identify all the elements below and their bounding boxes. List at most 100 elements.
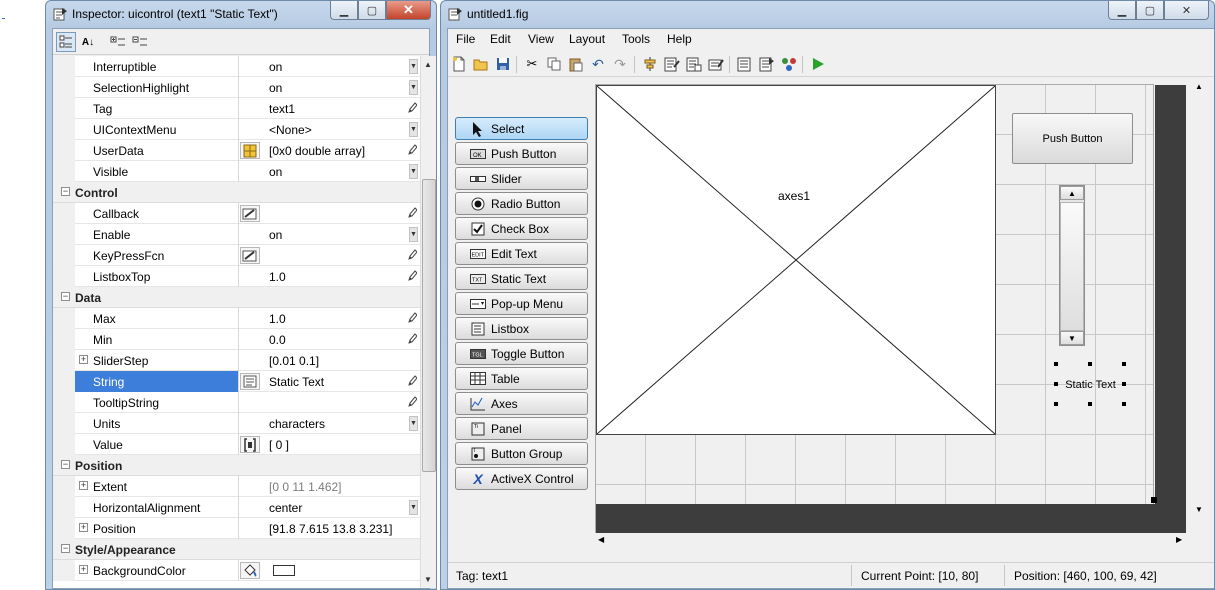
palette-static-text-button[interactable]: TXT Static Text xyxy=(455,267,588,290)
collapse-icon[interactable]: − xyxy=(61,187,70,196)
property-value[interactable]: text1 xyxy=(269,102,295,116)
maximize-button[interactable]: ▢ xyxy=(1136,1,1164,20)
object-browser-icon[interactable] xyxy=(780,55,798,73)
property-value[interactable]: [0 0 11 1.462] xyxy=(269,480,342,494)
property-row[interactable]: ListboxTop 1.0 xyxy=(53,266,420,287)
dropdown-arrow-icon[interactable]: ▼ xyxy=(409,164,418,179)
pencil-icon[interactable] xyxy=(407,144,418,156)
static-text-component[interactable]: Static Text xyxy=(1056,364,1125,406)
menu-edit[interactable]: Edit xyxy=(490,32,511,46)
open-icon[interactable] xyxy=(472,55,490,73)
save-icon[interactable] xyxy=(494,55,512,73)
expand-icon[interactable]: + xyxy=(79,523,88,532)
property-value[interactable]: characters xyxy=(269,417,325,431)
property-row[interactable]: SelectionHighlight on ▼ xyxy=(53,77,420,98)
pencil-icon[interactable] xyxy=(407,375,418,387)
palette-panel-button[interactable]: Ti Panel xyxy=(455,417,588,440)
menu-file[interactable]: File xyxy=(456,32,475,46)
editor-icon[interactable] xyxy=(736,55,754,73)
property-row[interactable]: KeyPressFcn xyxy=(53,245,420,266)
palette-check-box-button[interactable]: Check Box xyxy=(455,217,588,240)
property-value[interactable]: on xyxy=(269,165,282,179)
property-value[interactable]: 0.0 xyxy=(269,333,286,347)
property-value[interactable]: 1.0 xyxy=(269,270,286,284)
alphabetical-view-button[interactable]: A↓ xyxy=(78,32,98,52)
palette-axes-button[interactable]: Axes xyxy=(455,392,588,415)
selection-handle[interactable] xyxy=(1054,362,1058,366)
collapse-all-button[interactable] xyxy=(130,32,150,52)
property-row[interactable]: Interruptible on ▼ xyxy=(53,56,420,77)
selection-handle[interactable] xyxy=(1054,402,1058,406)
property-row[interactable]: TooltipString xyxy=(53,392,420,413)
paste-icon[interactable] xyxy=(567,55,585,73)
pencil-icon[interactable] xyxy=(407,102,418,114)
property-row[interactable]: Units characters ▼ xyxy=(53,413,420,434)
expand-icon[interactable]: + xyxy=(79,565,88,574)
menu-editor-icon[interactable] xyxy=(663,55,681,73)
scroll-thumb[interactable] xyxy=(422,179,436,472)
palette-listbox-button[interactable]: Listbox xyxy=(455,317,588,340)
pencil-icon[interactable] xyxy=(407,333,418,345)
category-header[interactable]: − Style/Appearance xyxy=(53,539,420,560)
selection-handle[interactable] xyxy=(1088,402,1092,406)
palette-activex-control-button[interactable]: X ActiveX Control xyxy=(455,467,588,490)
slider-component[interactable]: ▲ ▼ xyxy=(1059,185,1085,346)
tab-order-icon[interactable] xyxy=(685,55,703,73)
property-row[interactable]: Max 1.0 xyxy=(53,308,420,329)
pencil-icon[interactable] xyxy=(407,207,418,219)
pencil-icon[interactable] xyxy=(407,396,418,408)
expand-all-button[interactable] xyxy=(108,32,128,52)
category-header[interactable]: − Position xyxy=(53,455,420,476)
undo-icon[interactable]: ↶ xyxy=(589,55,607,73)
palette-button-group-button[interactable]: T Button Group xyxy=(455,442,588,465)
selection-handle[interactable] xyxy=(1054,382,1058,386)
menu-help[interactable]: Help xyxy=(667,32,692,46)
menu-tools[interactable]: Tools xyxy=(622,32,650,46)
toolbar-editor-icon[interactable] xyxy=(707,55,725,73)
property-row[interactable]: + SliderStep [0.01 0.1] xyxy=(53,350,420,371)
property-row[interactable]: + BackgroundColor xyxy=(53,560,420,581)
callback-icon[interactable] xyxy=(240,247,260,264)
scroll-down-icon[interactable]: ▼ xyxy=(424,575,432,584)
paint-bucket-icon[interactable] xyxy=(240,562,260,579)
layout-vertical-scrollbar[interactable]: ▲ ▼ xyxy=(1191,78,1208,541)
palette-table-button[interactable]: Table xyxy=(455,367,588,390)
expand-icon[interactable]: + xyxy=(79,481,88,490)
pencil-icon[interactable] xyxy=(407,249,418,261)
category-header[interactable]: − Data xyxy=(53,287,420,308)
minimize-button[interactable]: ▁ xyxy=(330,1,358,20)
dropdown-arrow-icon[interactable]: ▼ xyxy=(409,227,418,242)
layout-horizontal-scrollbar[interactable]: ◀ ▶ xyxy=(595,533,1191,550)
menu-layout[interactable]: Layout xyxy=(569,32,605,46)
property-value[interactable]: 1.0 xyxy=(269,312,286,326)
layout-canvas[interactable]: axes1 Push Button ▲ ▼ Static Text xyxy=(595,84,1186,540)
palette-toggle-button-button[interactable]: TGL Toggle Button xyxy=(455,342,588,365)
figure-resize-handle[interactable] xyxy=(1151,497,1157,503)
dropdown-arrow-icon[interactable]: ▼ xyxy=(409,500,418,515)
palette-pop-up-menu-button[interactable]: Pop-up Menu xyxy=(455,292,588,315)
scroll-down-icon[interactable]: ▼ xyxy=(1195,505,1203,514)
close-button[interactable]: ✕ xyxy=(1164,1,1209,20)
menu-view[interactable]: View xyxy=(528,32,554,46)
copy-icon[interactable] xyxy=(545,55,563,73)
selection-handle[interactable] xyxy=(1088,362,1092,366)
property-row[interactable]: Visible on ▼ xyxy=(53,161,420,182)
property-row[interactable]: Callback xyxy=(53,203,420,224)
property-value[interactable]: center xyxy=(269,501,302,515)
color-swatch[interactable] xyxy=(273,565,295,576)
scroll-up-icon[interactable]: ▲ xyxy=(424,60,432,69)
dropdown-arrow-icon[interactable]: ▼ xyxy=(409,122,418,137)
collapse-icon[interactable]: − xyxy=(61,292,70,301)
property-value[interactable]: <None> xyxy=(269,123,312,137)
property-value[interactable]: on xyxy=(269,81,282,95)
matrix-icon[interactable] xyxy=(240,436,260,453)
property-row[interactable]: UserData [0x0 double array] xyxy=(53,140,420,161)
scroll-right-icon[interactable]: ▶ xyxy=(1176,535,1182,544)
dropdown-arrow-icon[interactable]: ▼ xyxy=(409,416,418,431)
cut-icon[interactable]: ✂ xyxy=(523,55,541,73)
dropdown-arrow-icon[interactable]: ▼ xyxy=(409,80,418,95)
property-value[interactable]: Static Text xyxy=(269,375,324,389)
property-row[interactable]: + Position [91.8 7.615 13.8 3.231] xyxy=(53,518,420,539)
property-row[interactable]: Min 0.0 xyxy=(53,329,420,350)
push-button-component[interactable]: Push Button xyxy=(1012,113,1133,164)
